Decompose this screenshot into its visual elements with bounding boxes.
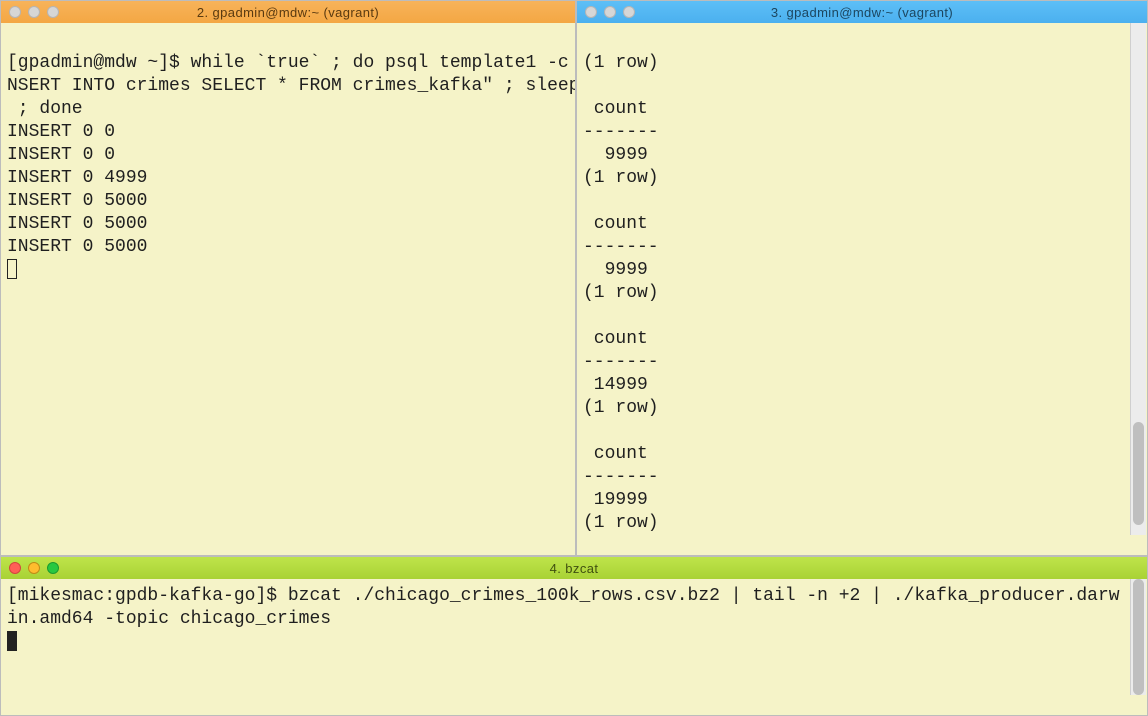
close-icon[interactable] xyxy=(585,6,597,18)
term-line: (1 row) xyxy=(583,53,659,73)
window-controls xyxy=(9,6,59,18)
window-title: 3. gpadmin@mdw:~ (vagrant) xyxy=(771,6,953,19)
term-line: ------- xyxy=(583,237,659,257)
cursor-icon xyxy=(7,259,17,279)
scrollbar-vertical[interactable] xyxy=(1130,23,1146,535)
minimize-icon[interactable] xyxy=(28,6,40,18)
terminal-output[interactable]: (1 row) count ------- 9999 (1 row) count… xyxy=(577,23,1147,556)
term-line: ------- xyxy=(583,122,659,142)
term-line: 19999 xyxy=(583,490,648,510)
term-line: INSERT 0 5000 xyxy=(7,237,147,257)
minimize-icon[interactable] xyxy=(604,6,616,18)
scrollbar-thumb[interactable] xyxy=(1133,422,1144,524)
titlebar-window-3[interactable]: 3. gpadmin@mdw:~ (vagrant) xyxy=(577,1,1147,23)
window-controls xyxy=(585,6,635,18)
terminal-window-3[interactable]: 3. gpadmin@mdw:~ (vagrant) (1 row) count… xyxy=(576,0,1148,556)
term-line: 9999 xyxy=(583,260,648,280)
term-line: INSERT 0 0 xyxy=(7,122,115,142)
term-line: INSERT 0 0 xyxy=(7,145,115,165)
scrollbar-vertical[interactable] xyxy=(1130,579,1146,695)
zoom-icon[interactable] xyxy=(47,6,59,18)
term-line: ; done xyxy=(7,99,83,119)
term-line: INSERT 0 5000 xyxy=(7,214,147,234)
scrollbar-thumb[interactable] xyxy=(1133,579,1144,695)
term-line: NSERT INTO crimes SELECT * FROM crimes_k… xyxy=(7,76,576,96)
terminal-output[interactable]: [mikesmac:gpdb-kafka-go]$ bzcat ./chicag… xyxy=(1,579,1147,663)
term-line: count xyxy=(583,99,659,119)
term-line: (1 row) xyxy=(583,513,659,533)
zoom-icon[interactable] xyxy=(47,562,59,574)
terminal-window-4[interactable]: 4. bzcat [mikesmac:gpdb-kafka-go]$ bzcat… xyxy=(0,556,1148,716)
window-title: 2. gpadmin@mdw:~ (vagrant) xyxy=(197,6,379,19)
titlebar-window-2[interactable]: 2. gpadmin@mdw:~ (vagrant) xyxy=(1,1,575,23)
term-line: count xyxy=(583,444,659,464)
term-line: INSERT 0 4999 xyxy=(7,168,147,188)
terminal-window-2[interactable]: 2. gpadmin@mdw:~ (vagrant) [gpadmin@mdw … xyxy=(0,0,576,556)
cursor-icon xyxy=(7,631,17,651)
window-title: 4. bzcat xyxy=(550,562,599,575)
term-line: 9999 xyxy=(583,145,648,165)
term-line: count xyxy=(583,214,659,234)
term-line: (1 row) xyxy=(583,398,659,418)
term-line: [mikesmac:gpdb-kafka-go]$ bzcat ./chicag… xyxy=(7,586,1120,629)
close-icon[interactable] xyxy=(9,6,21,18)
zoom-icon[interactable] xyxy=(623,6,635,18)
titlebar-window-4[interactable]: 4. bzcat xyxy=(1,557,1147,579)
term-line: INSERT 0 5000 xyxy=(7,191,147,211)
term-line: (1 row) xyxy=(583,168,659,188)
close-icon[interactable] xyxy=(9,562,21,574)
term-line: [gpadmin@mdw ~]$ while `true` ; do psql … xyxy=(7,53,576,73)
minimize-icon[interactable] xyxy=(28,562,40,574)
term-line: ------- xyxy=(583,467,659,487)
term-line: ------- xyxy=(583,352,659,372)
window-controls xyxy=(9,562,59,574)
term-line: (1 row) xyxy=(583,283,659,303)
term-line: 14999 xyxy=(583,375,648,395)
term-line: count xyxy=(583,329,659,349)
terminal-output[interactable]: [gpadmin@mdw ~]$ while `true` ; do psql … xyxy=(1,23,575,291)
